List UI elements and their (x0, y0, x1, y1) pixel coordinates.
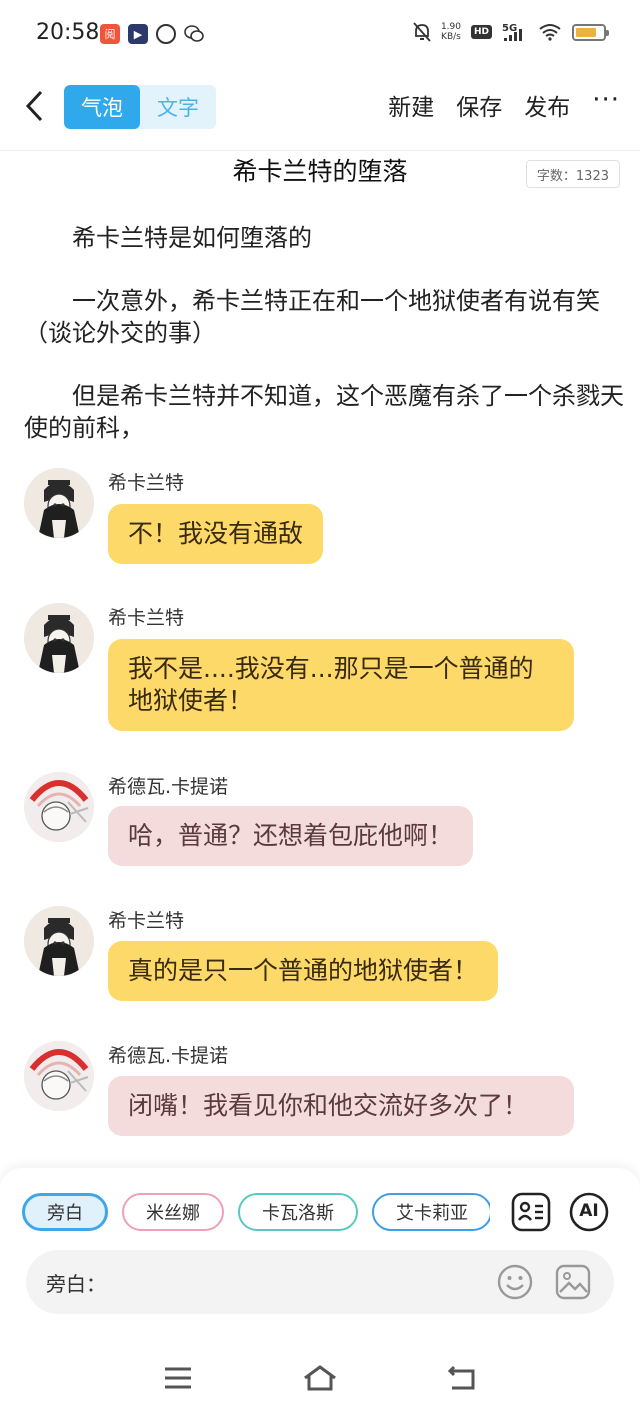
tab-bubble-mode[interactable]: 气泡 (64, 85, 140, 129)
role-card-button[interactable] (510, 1191, 552, 1233)
role-chip-narrator[interactable]: 旁白 (22, 1193, 108, 1231)
speaker-name: 希德瓦.卡提诺 (108, 1045, 229, 1067)
home-button[interactable] (300, 1358, 340, 1398)
smiley-icon (497, 1264, 533, 1300)
ai-label: AI (579, 1201, 599, 1221)
message-input[interactable] (106, 1262, 486, 1302)
mute-bell-icon (413, 22, 431, 42)
return-icon (447, 1365, 475, 1390)
chat-message[interactable]: 希卡兰特 我不是....我没有...那只是一个普通的地狱使者！ (24, 603, 624, 748)
emoji-button[interactable] (494, 1261, 536, 1303)
wifi-icon (539, 24, 561, 41)
speaker-name: 希卡兰特 (108, 910, 185, 932)
toolbar-divider (0, 150, 640, 151)
input-role-label: 旁白： (46, 1272, 106, 1296)
role-chip[interactable]: 卡瓦洛斯 (238, 1193, 358, 1231)
new-button[interactable]: 新建 (388, 88, 434, 122)
message-input-row: 旁白： (26, 1250, 614, 1314)
speaker-name: 希卡兰特 (108, 607, 185, 629)
role-selector: 旁白 米丝娜 卡瓦洛斯 艾卡莉亚 (22, 1193, 490, 1233)
narration-paragraph[interactable]: 一次意外，希卡兰特正在和一个地狱使者有说有笑（谈论外交的事） (24, 285, 624, 349)
chat-message[interactable]: 希卡兰特 真的是只一个普通的地狱使者！ (24, 906, 624, 1018)
chat-message[interactable]: 希德瓦.卡提诺 哈，普通？还想着包庇他啊！ (24, 772, 624, 884)
status-bar: 20:58 阅 ▶ 1.90 KB/s HD 5G (0, 0, 640, 70)
more-menu-button[interactable]: ··· (592, 87, 620, 120)
image-icon (555, 1264, 591, 1300)
chat-message[interactable]: 希德瓦.卡提诺 闭嘴！我看见你和他交流好多次了！ (24, 1041, 624, 1171)
image-button[interactable] (552, 1261, 594, 1303)
publish-button[interactable]: 发布 (524, 88, 570, 122)
speaker-name: 希德瓦.卡提诺 (108, 776, 229, 798)
chat-bubble[interactable]: 真的是只一个普通的地狱使者！ (108, 941, 499, 1001)
speaker-name: 希卡兰特 (108, 472, 185, 494)
home-icon (304, 1365, 336, 1391)
chat-message[interactable]: 希卡兰特 不！我没有通敌 (24, 468, 624, 580)
narration-paragraph[interactable]: 但是希卡兰特并不知道，这个恶魔有杀了一个杀戮天使的前科， (24, 380, 624, 444)
ai-button[interactable]: AI (568, 1191, 610, 1233)
role-chip[interactable]: 米丝娜 (122, 1193, 224, 1231)
avatar[interactable] (24, 1041, 94, 1111)
chevron-left-icon (25, 90, 43, 122)
mode-switch: 气泡 文字 (64, 85, 216, 129)
chat-bubble[interactable]: 闭嘴！我看见你和他交流好多次了！ (108, 1076, 574, 1136)
editor-toolbar: 气泡 文字 新建 保存 发布 ··· (0, 78, 640, 140)
chat-bubble[interactable]: 哈，普通？还想着包庇他啊！ (108, 806, 474, 866)
battery-icon (572, 23, 609, 41)
back-button[interactable] (18, 86, 50, 126)
reading-app-icon: 阅 (100, 24, 120, 44)
composer-panel: 旁白 米丝娜 卡瓦洛斯 艾卡莉亚 AI 旁白： (0, 1168, 640, 1340)
status-app-icons: 阅 ▶ (100, 24, 204, 44)
net-speed: 1.90 KB/s (441, 22, 461, 42)
chat-bubble[interactable]: 不！我没有通敌 (108, 504, 324, 564)
menu-button[interactable] (158, 1358, 198, 1398)
chat-bubble[interactable]: 我不是....我没有...那只是一个普通的地狱使者！ (108, 639, 574, 731)
save-button[interactable]: 保存 (456, 88, 502, 122)
net-speed-value: 1.90 (440, 22, 461, 32)
toolbar-actions: 新建 保存 发布 ··· (388, 87, 620, 122)
wechat-icon (184, 24, 204, 44)
contact-card-icon (511, 1192, 551, 1232)
back-nav-button[interactable] (442, 1358, 482, 1398)
hd-badge: HD (470, 25, 492, 39)
menu-icon (165, 1367, 191, 1389)
word-count-badge: 字数：1323 (525, 160, 620, 188)
avatar[interactable] (24, 603, 94, 673)
role-chip[interactable]: 艾卡莉亚 (372, 1193, 490, 1231)
avatar[interactable] (24, 906, 94, 976)
video-app-icon: ▶ (128, 24, 148, 44)
status-time: 20:58 (36, 20, 100, 45)
net-speed-unit: KB/s (441, 32, 461, 42)
tab-text-mode[interactable]: 文字 (140, 85, 216, 129)
avatar[interactable] (24, 772, 94, 842)
link-app-icon (156, 24, 176, 44)
avatar[interactable] (24, 468, 94, 538)
status-indicators: 1.90 KB/s HD 5G (413, 22, 609, 42)
system-nav-bar (0, 1340, 640, 1415)
cellular-signal-icon: 5G (502, 23, 528, 41)
narration-paragraph[interactable]: 希卡兰特是如何堕落的 (24, 222, 624, 254)
